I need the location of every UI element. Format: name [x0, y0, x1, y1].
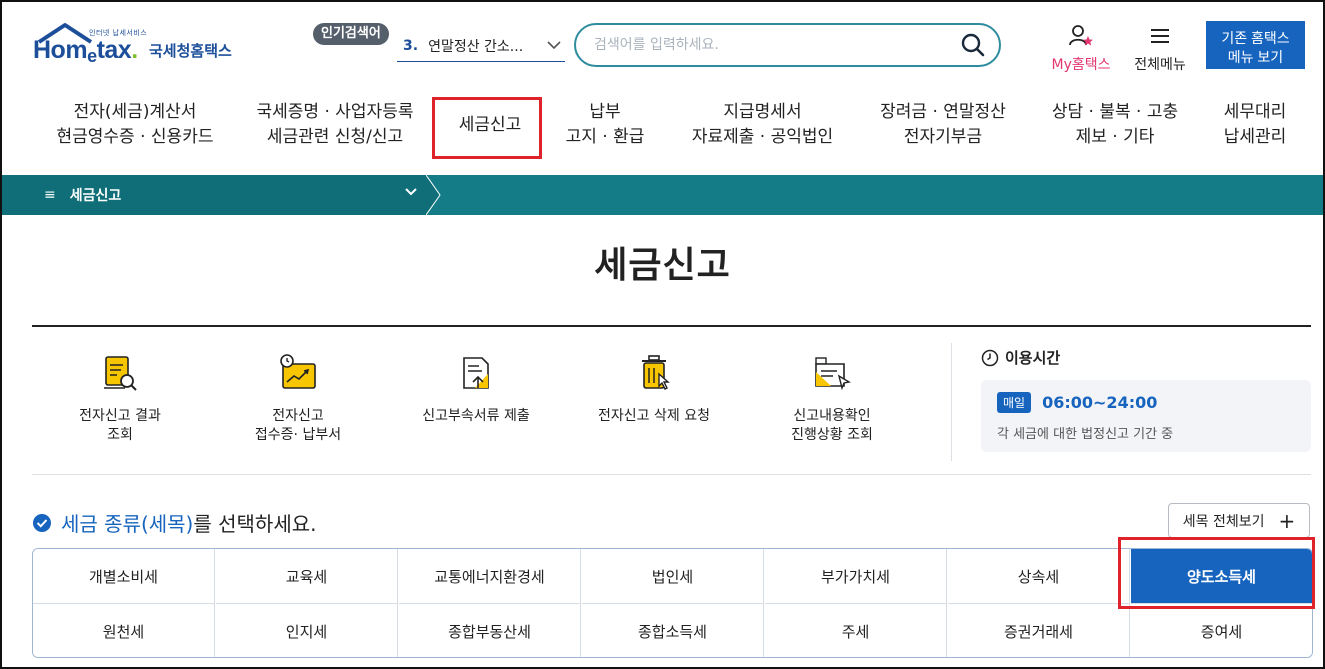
page-title: 세금신고 — [594, 245, 731, 286]
quick-menu-progress-inquiry[interactable]: 신고내용확인 진행상황 조회 — [752, 352, 912, 445]
document-search-icon — [104, 356, 137, 391]
tax-type-heading: 세금 종류(세목) 를 선택하세요. — [32, 508, 317, 537]
main-navigation: 전자(세금)계산서 현금영수증 · 신용카드 국세증명 · 사업자등록 세금관련 신… — [30, 100, 1300, 164]
view-all-tax-types-button[interactable]: 세목 전체보기 + — [1168, 503, 1310, 538]
quick-menu-result-inquiry[interactable]: 전자신고 결과 조회 — [40, 352, 200, 445]
section-divider — [32, 474, 1311, 475]
search-icon[interactable] — [959, 31, 987, 59]
quick-menu-delete-request[interactable]: 전자신고 삭제 요청 — [574, 352, 734, 426]
title-divider — [32, 325, 1311, 327]
hamburger-menu-icon — [1151, 29, 1169, 43]
popular-keyword-dropdown[interactable]: 3. 연말정산 간소... — [397, 30, 565, 62]
search-input[interactable] — [594, 37, 959, 53]
quick-menu-receipt[interactable]: 전자신고 접수증· 납부서 — [218, 352, 378, 445]
receipt-clock-icon — [280, 354, 316, 389]
tax-type-item[interactable]: 증권거래세 — [948, 604, 1130, 657]
tax-type-item[interactable]: 교통에너지환경세 — [399, 549, 581, 604]
tax-type-item[interactable]: 종합소득세 — [582, 604, 764, 657]
gnb-incentives[interactable]: 장려금 · 연말정산 전자기부금 — [868, 100, 1018, 158]
list-icon: ≡ — [44, 187, 56, 203]
quick-menu-label: 전자신고 삭제 요청 — [598, 408, 710, 424]
tax-type-item-selected[interactable]: 양도소득세 — [1131, 549, 1312, 604]
trash-click-icon — [642, 355, 670, 390]
quick-menu-label: 전자신고 결과 조회 — [79, 408, 161, 443]
breadcrumb-dropdown[interactable]: ≡ 세금신고 — [0, 175, 428, 215]
popular-keyword-text: 연말정산 간소... — [428, 38, 524, 55]
tax-type-item[interactable]: 종합부동산세 — [399, 604, 581, 657]
tax-type-item[interactable]: 원천세 — [33, 604, 215, 657]
tax-type-item[interactable]: 상속세 — [948, 549, 1130, 604]
gnb-payment[interactable]: 납부 고지 · 환급 — [555, 100, 655, 158]
logo-korean-name: 국세청홈택스 — [149, 42, 232, 60]
my-hometax-label: My홈택스 — [1051, 57, 1111, 73]
tax-type-item[interactable]: 주세 — [765, 604, 947, 657]
my-hometax-link[interactable]: My홈택스 — [1045, 24, 1117, 74]
folder-cursor-icon — [815, 357, 851, 391]
quick-menu-divider — [951, 343, 952, 461]
tax-type-item[interactable]: 인지세 — [216, 604, 398, 657]
service-hours-panel: 이용시간 매일 06:00~24:00 각 세금에 대한 법정신고 기간 중 — [981, 347, 1311, 452]
service-hours-note: 각 세금에 대한 법정신고 기간 중 — [997, 427, 1174, 442]
plus-icon: + — [1278, 508, 1296, 533]
quick-menu-attachments[interactable]: 신고부속서류 제출 — [396, 352, 556, 426]
chevron-down-icon — [543, 38, 565, 54]
tax-type-item[interactable]: 증여세 — [1131, 604, 1312, 657]
service-hours-box: 매일 06:00~24:00 각 세금에 대한 법정신고 기간 중 — [981, 380, 1311, 452]
tax-type-item[interactable]: 개별소비세 — [33, 549, 215, 604]
check-circle-icon — [33, 513, 51, 532]
gnb-payment-statement[interactable]: 지급명세서 자료제출 · 공익법인 — [680, 100, 845, 158]
hometax-logo[interactable]: 인터넷 납세서비스 Hometax. 국세청홈택스 — [33, 22, 253, 72]
quick-menu-label: 신고내용확인 진행상황 조회 — [791, 408, 873, 443]
breadcrumb-separator-icon — [426, 175, 441, 215]
legacy-menu-line1: 기존 홈택스 — [1221, 29, 1290, 46]
gnb-certificates[interactable]: 국세증명 · 사업자등록 세금관련 신청/신고 — [240, 100, 430, 158]
all-menu-button[interactable]: 전체메뉴 — [1128, 24, 1192, 74]
tax-type-item[interactable]: 부가가치세 — [765, 549, 947, 604]
legacy-menu-line2: 메뉴 보기 — [1227, 48, 1284, 65]
gnb-consultation[interactable]: 상담 · 불복 · 고충 제보 · 기타 — [1040, 100, 1190, 158]
tax-type-grid: 개별소비세 교육세 교통에너지환경세 법인세 부가가치세 상속세 양도소득세 원… — [32, 548, 1313, 658]
tax-type-item[interactable]: 교육세 — [216, 549, 398, 604]
clock-icon — [981, 349, 999, 366]
service-hours-time: 06:00~24:00 — [1042, 393, 1158, 412]
popular-keyword-rank: 3. — [403, 37, 419, 54]
user-star-icon — [1069, 25, 1093, 46]
breadcrumb-bar: ≡ 세금신고 — [0, 175, 1325, 215]
document-upload-icon — [463, 357, 489, 389]
gnb-e-invoice[interactable]: 전자(세금)계산서 현금영수증 · 신용카드 — [50, 100, 220, 158]
all-menu-label: 전체메뉴 — [1134, 57, 1186, 73]
gnb-tax-return[interactable]: 세금신고 — [435, 100, 545, 158]
quick-menu-label: 전자신고 접수증· 납부서 — [254, 408, 342, 443]
tax-type-item[interactable]: 법인세 — [582, 549, 764, 604]
service-hours-title: 이용시간 — [981, 347, 1311, 368]
search-box[interactable] — [574, 23, 1001, 67]
quick-menu-label: 신고부속서류 제출 — [422, 408, 530, 424]
gnb-tax-agent[interactable]: 세무대리 납세관리 — [1210, 100, 1300, 158]
chevron-down-icon — [405, 188, 417, 196]
legacy-menu-button[interactable]: 기존 홈택스 메뉴 보기 — [1206, 21, 1305, 69]
popular-keywords-badge: 인기검색어 — [313, 23, 389, 45]
logo-wordmark: Hometax. — [33, 36, 138, 66]
breadcrumb-label: 세금신고 — [69, 188, 122, 204]
daily-badge: 매일 — [997, 392, 1032, 413]
